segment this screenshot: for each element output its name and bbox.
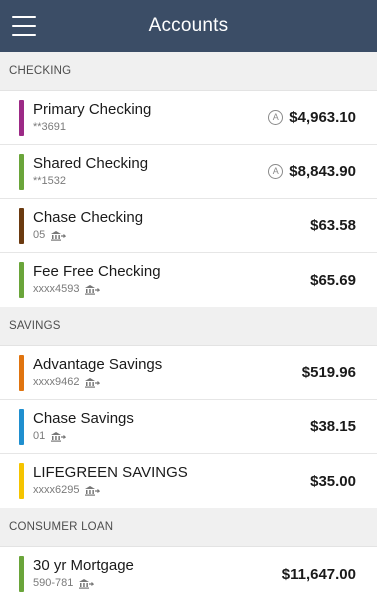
account-row-chase-checking[interactable]: Chase Checking 05 $63.58	[0, 199, 377, 253]
account-number: **1532	[33, 175, 67, 187]
account-balance: $35.00	[310, 472, 356, 490]
account-color-bar	[19, 556, 24, 592]
account-row-advantage-savings[interactable]: Advantage Savings xxxx9462 $519.96	[0, 346, 377, 400]
account-color-bar	[19, 208, 24, 244]
page-title: Accounts	[148, 15, 229, 36]
account-balance: $8,843.90	[289, 163, 356, 180]
accounts-screen: Accounts CHECKING Primary Checking **369…	[0, 0, 377, 597]
bank-transfer-icon	[85, 377, 101, 388]
account-name: Chase Checking	[33, 209, 144, 226]
account-color-bar	[19, 409, 24, 445]
account-number: 590-781	[33, 577, 74, 589]
account-balance: $11,647.00	[281, 565, 356, 583]
account-name: Fee Free Checking	[33, 263, 161, 280]
account-name: Primary Checking	[33, 101, 152, 118]
account-row-primary-checking[interactable]: Primary Checking **3691 A $4,963.10	[0, 91, 377, 145]
account-row-30-yr-mortgage[interactable]: 30 yr Mortgage 590-781 $11,647.00	[0, 547, 377, 597]
account-color-bar	[19, 100, 24, 136]
account-row-chase-savings[interactable]: Chase Savings 01 $38.15	[0, 400, 377, 454]
account-name: LIFEGREEN SAVINGS	[33, 464, 188, 481]
account-number: 05	[33, 229, 46, 241]
hamburger-menu-icon[interactable]	[10, 13, 38, 39]
account-color-bar	[19, 154, 24, 190]
account-row-shared-checking[interactable]: Shared Checking **1532 A $8,843.90	[0, 145, 377, 199]
top-app-bar: Accounts	[0, 0, 377, 52]
bank-transfer-icon	[85, 284, 101, 295]
account-number: **3691	[33, 121, 67, 133]
account-name: Advantage Savings	[33, 356, 163, 373]
account-name: 30 yr Mortgage	[33, 557, 134, 574]
account-number: xxxx4593	[33, 283, 80, 295]
account-row-fee-free-checking[interactable]: Fee Free Checking xxxx4593 $65.69	[0, 253, 377, 307]
account-row-lifegreen-savings[interactable]: LIFEGREEN SAVINGS xxxx6295 $35.00	[0, 454, 377, 508]
account-balance: $63.58	[310, 217, 356, 234]
bank-transfer-icon	[51, 431, 67, 442]
section-header-savings: SAVINGS	[0, 307, 377, 346]
account-color-bar	[19, 355, 24, 391]
account-number: xxxx6295	[33, 484, 80, 496]
account-balance: $4,963.10	[289, 109, 356, 126]
account-balance: $65.69	[310, 271, 356, 289]
available-badge-icon: A	[268, 164, 284, 179]
account-name: Chase Savings	[33, 410, 134, 427]
available-badge-icon: A	[268, 110, 284, 125]
bank-transfer-icon	[85, 485, 101, 496]
account-color-bar	[19, 463, 24, 499]
bank-transfer-icon	[51, 230, 67, 241]
section-header-consumer-loan: CONSUMER LOAN	[0, 508, 377, 547]
account-balance: $519.96	[301, 364, 356, 381]
bank-transfer-icon	[79, 578, 95, 589]
account-name: Shared Checking	[33, 155, 149, 172]
account-balance: $38.15	[310, 418, 356, 435]
account-number: 01	[33, 430, 46, 442]
section-header-checking: CHECKING	[0, 52, 377, 91]
account-color-bar	[19, 262, 24, 298]
account-number: xxxx9462	[33, 376, 80, 388]
